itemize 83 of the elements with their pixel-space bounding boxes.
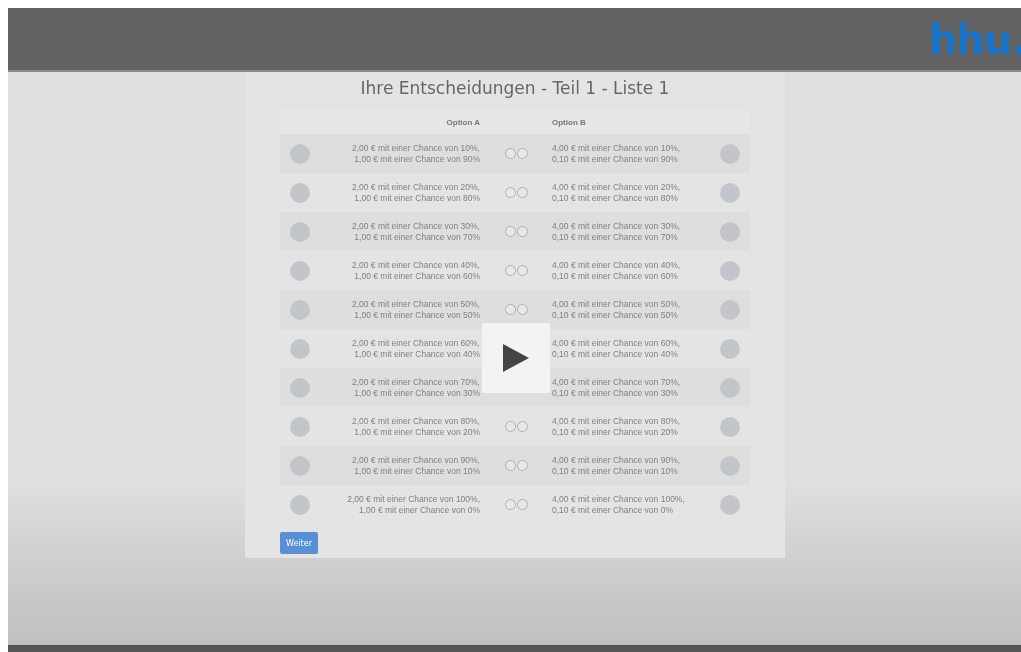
disc-icon [720, 377, 740, 398]
option-text: 4,00 € mit einer Chance von 70%, [552, 376, 681, 388]
option-text: 2,00 € mit einer Chance von 100%, [347, 493, 480, 505]
logo: hhu. [928, 19, 1021, 59]
radio-button[interactable] [516, 499, 528, 510]
radio-button[interactable] [516, 148, 528, 159]
disc-icon [290, 260, 310, 281]
radio-button[interactable] [516, 265, 528, 276]
disc-icon [720, 416, 740, 437]
option-text: 1,00 € mit einer Chance von 20% [354, 426, 480, 438]
disc-icon [720, 221, 740, 242]
continue-button[interactable]: Weiter [280, 532, 318, 554]
radio-button[interactable] [504, 499, 516, 510]
disc-icon [290, 221, 310, 242]
disc-icon [290, 338, 310, 359]
radio-button[interactable] [504, 304, 516, 315]
option-text: 0,10 € mit einer Chance von 80% [552, 192, 678, 204]
option-text: 4,00 € mit einer Chance von 50%, [552, 298, 681, 310]
disc-icon [720, 455, 740, 476]
option-text: 0,10 € mit einer Chance von 90% [552, 153, 678, 165]
disc-icon [290, 455, 310, 476]
option-text: 0,10 € mit einer Chance von 30% [552, 387, 678, 399]
disc-icon [720, 494, 740, 515]
option-text: 2,00 € mit einer Chance von 90%, [351, 454, 480, 466]
radio-button[interactable] [516, 187, 528, 198]
option-text: 4,00 € mit einer Chance von 10%, [552, 142, 681, 154]
radio-button[interactable] [504, 265, 516, 276]
disc-icon [290, 182, 310, 203]
option-text: 0,10 € mit einer Chance von 0% [552, 504, 673, 516]
radio-button[interactable] [504, 187, 516, 198]
radio-button[interactable] [516, 460, 528, 471]
option-text: 1,00 € mit einer Chance von 0% [359, 504, 480, 516]
option-text: 0,10 € mit einer Chance von 60% [552, 270, 678, 282]
option-text: 0,10 € mit einer Chance von 50% [552, 309, 678, 321]
option-text: 4,00 € mit einer Chance von 90%, [552, 454, 681, 466]
option-text: 2,00 € mit einer Chance von 80%, [351, 415, 480, 427]
option-text: 2,00 € mit einer Chance von 70%, [351, 376, 480, 388]
option-text: 0,10 € mit einer Chance von 70% [552, 231, 678, 243]
disc-icon [290, 299, 310, 320]
disc-icon [720, 338, 740, 359]
disc-icon [290, 416, 310, 437]
radio-button[interactable] [504, 460, 516, 471]
option-text: 2,00 € mit einer Chance von 10%, [351, 142, 480, 154]
disc-icon [290, 377, 310, 398]
option-text: 4,00 € mit einer Chance von 30%, [552, 220, 681, 232]
option-text: 2,00 € mit einer Chance von 60%, [351, 337, 480, 349]
disc-icon [720, 143, 740, 164]
option-text: 1,00 € mit einer Chance von 60% [354, 270, 480, 282]
option-text: 4,00 € mit einer Chance von 20%, [552, 181, 681, 193]
disc-icon [290, 143, 310, 164]
option-text: 2,00 € mit einer Chance von 20%, [351, 181, 480, 193]
page-title: Ihre Entscheidungen - Teil 1 - Liste 1 [360, 78, 670, 98]
option-text: 2,00 € mit einer Chance von 50%, [351, 298, 480, 310]
column-header: Option B [552, 117, 586, 127]
play-button[interactable] [482, 323, 550, 393]
column-header: Option A [446, 117, 480, 127]
option-text: 2,00 € mit einer Chance von 30%, [351, 220, 480, 232]
radio-button[interactable] [504, 148, 516, 159]
option-text: 1,00 € mit einer Chance von 40% [354, 348, 480, 360]
option-text: 1,00 € mit einer Chance von 30% [354, 387, 480, 399]
option-text: 4,00 € mit einer Chance von 60%, [552, 337, 681, 349]
option-text: 1,00 € mit einer Chance von 50% [354, 309, 480, 321]
option-text: 0,10 € mit einer Chance von 10% [552, 465, 678, 477]
radio-button[interactable] [504, 226, 516, 237]
radio-button[interactable] [516, 421, 528, 432]
option-text: 1,00 € mit einer Chance von 80% [354, 192, 480, 204]
disc-icon [720, 299, 740, 320]
option-text: 2,00 € mit einer Chance von 40%, [351, 259, 480, 271]
option-text: 0,10 € mit einer Chance von 20% [552, 426, 678, 438]
option-text: 1,00 € mit einer Chance von 10% [354, 465, 480, 477]
disc-icon [720, 182, 740, 203]
disc-icon [720, 260, 740, 281]
disc-icon [290, 494, 310, 515]
radio-button[interactable] [504, 421, 516, 432]
option-text: 4,00 € mit einer Chance von 100%, [552, 493, 685, 505]
option-text: 0,10 € mit einer Chance von 40% [552, 348, 678, 360]
option-text: 1,00 € mit einer Chance von 90% [354, 153, 480, 165]
option-text: 4,00 € mit einer Chance von 80%, [552, 415, 681, 427]
radio-button[interactable] [516, 304, 528, 315]
play-icon [503, 344, 529, 372]
radio-button[interactable] [516, 226, 528, 237]
option-text: 1,00 € mit einer Chance von 70% [354, 231, 480, 243]
option-text: 4,00 € mit einer Chance von 40%, [552, 259, 681, 271]
